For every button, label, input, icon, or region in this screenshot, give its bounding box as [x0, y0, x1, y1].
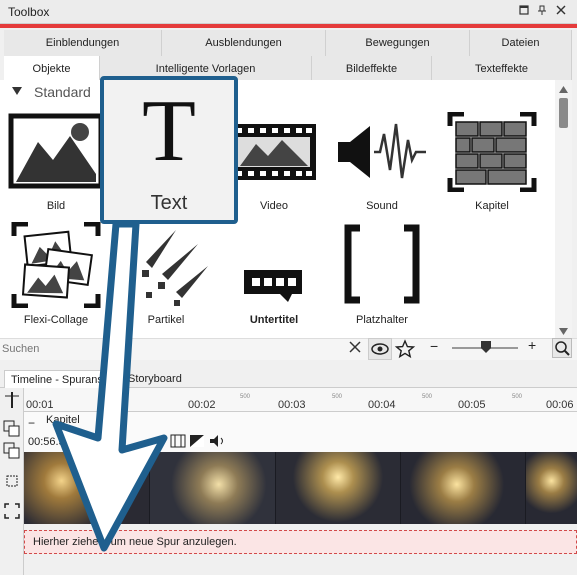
drag-arrow: [52, 220, 168, 552]
drag-preview-label: Text: [150, 192, 188, 214]
drag-preview-tile: T Text: [100, 76, 238, 224]
text-icon: T: [142, 83, 196, 180]
